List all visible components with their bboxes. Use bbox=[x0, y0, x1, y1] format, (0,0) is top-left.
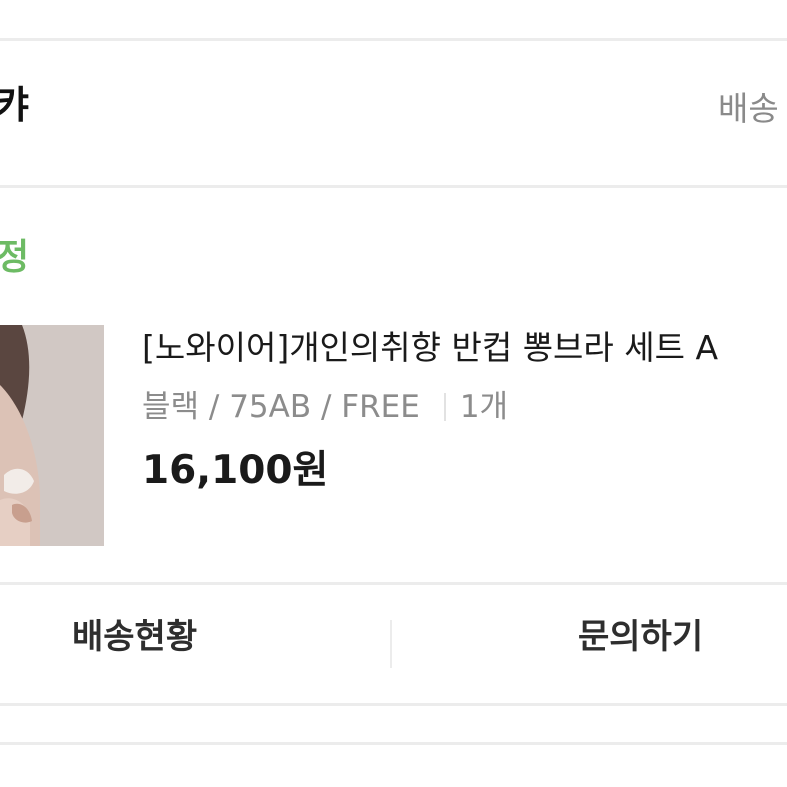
order-status: 정 bbox=[0, 237, 30, 278]
delivery-status-button[interactable]: 배송현황 bbox=[72, 620, 197, 654]
inquiry-button[interactable]: 문의하기 bbox=[578, 620, 703, 654]
actions-divider bbox=[0, 703, 787, 706]
bottom-divider bbox=[0, 742, 787, 745]
shop-name: 캬 bbox=[0, 83, 29, 127]
product-divider bbox=[0, 582, 787, 585]
product-name[interactable]: [노와이어]개인의취향 반컵 뽕브라 세트 A bbox=[142, 329, 718, 366]
product-price: 16,100원 bbox=[142, 448, 329, 493]
button-separator bbox=[390, 620, 392, 668]
product-option: 블랙 / 75AB / FREE bbox=[142, 389, 420, 425]
header-divider bbox=[0, 185, 787, 188]
product-thumbnail[interactable] bbox=[0, 325, 104, 546]
product-quantity: 1개 bbox=[459, 389, 509, 425]
top-divider bbox=[0, 38, 787, 41]
option-separator bbox=[443, 393, 446, 422]
product-option-line: 블랙 / 75AB / FREE 1개 bbox=[142, 390, 508, 424]
product-photo-image bbox=[0, 325, 104, 546]
delivery-link[interactable]: 배송 bbox=[718, 92, 779, 125]
